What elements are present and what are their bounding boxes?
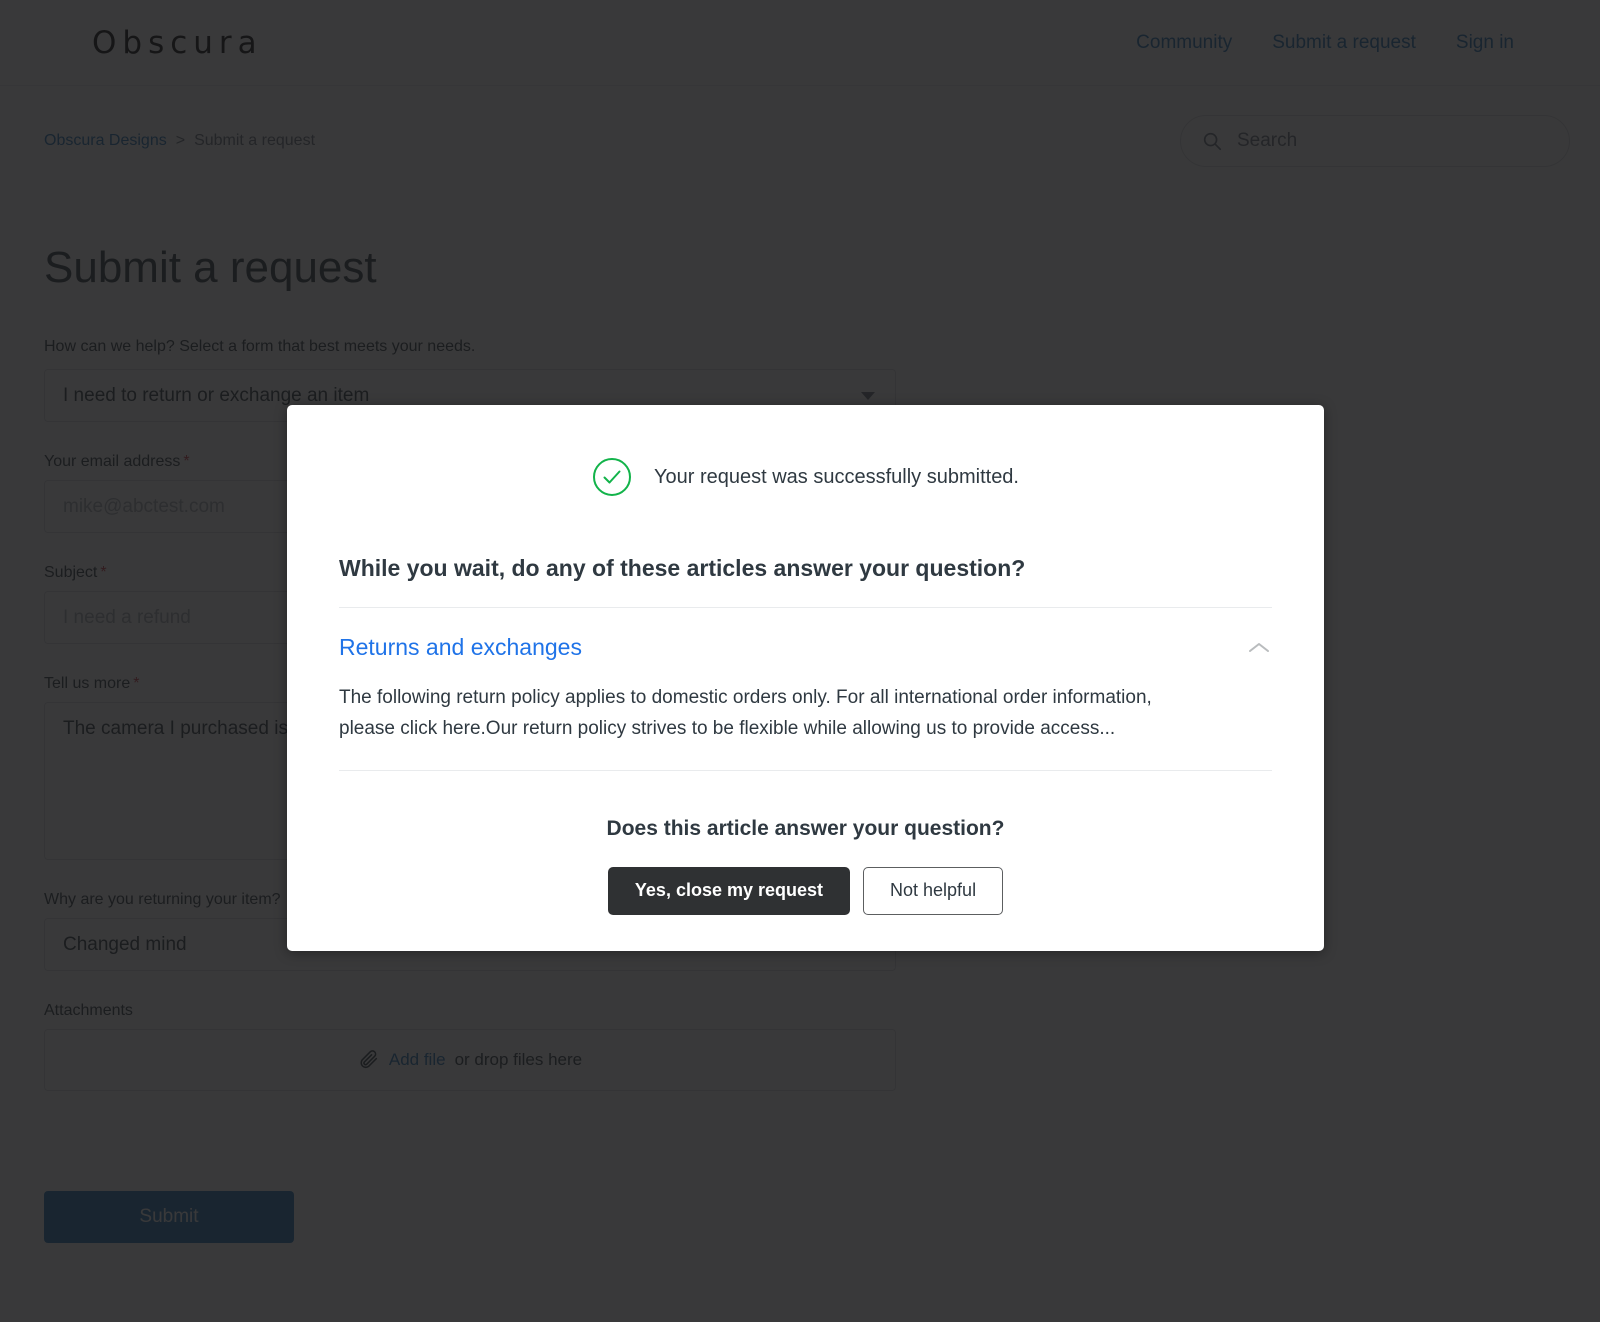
success-message: Your request was successfully submitted. [654, 466, 1019, 489]
not-helpful-button[interactable]: Not helpful [863, 867, 1003, 915]
divider-top [339, 607, 1272, 608]
article-excerpt: The following return policy applies to d… [339, 683, 1209, 745]
modal-heading: While you wait, do any of these articles… [339, 555, 1272, 582]
article-header[interactable]: Returns and exchanges [339, 634, 1272, 661]
request-submitted-modal: Your request was successfully submitted.… [287, 405, 1324, 951]
feedback-question: Does this article answer your question? [339, 817, 1272, 841]
chevron-up-icon[interactable] [1246, 640, 1272, 656]
success-banner: Your request was successfully submitted. [339, 457, 1272, 497]
yes-close-my-request-button[interactable]: Yes, close my request [608, 867, 850, 915]
check-circle-icon [592, 457, 632, 497]
divider-bottom [339, 770, 1272, 771]
modal-actions: Yes, close my request Not helpful [339, 867, 1272, 915]
article-title-link[interactable]: Returns and exchanges [339, 634, 582, 661]
